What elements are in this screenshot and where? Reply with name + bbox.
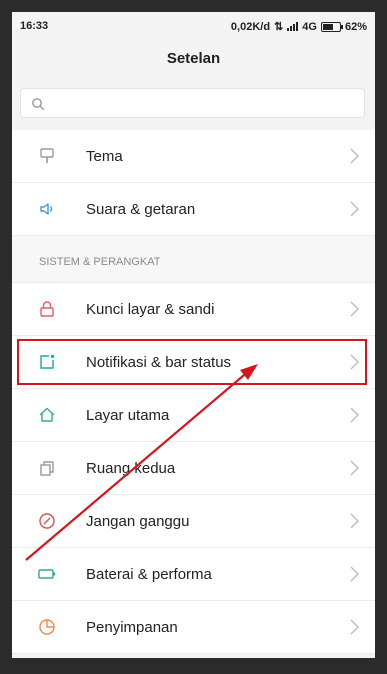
network-type: 4G: [302, 20, 317, 33]
chevron-right-icon: [350, 354, 359, 370]
home-icon: [39, 407, 55, 422]
copy-icon: [40, 461, 54, 476]
settings-item-label: Jangan ganggu: [86, 512, 190, 530]
settings-item-ruang-kedua[interactable]: Ruang kedua: [12, 442, 375, 495]
data-transfer-icon: ⇅: [274, 21, 284, 33]
chevron-right-icon: [350, 619, 359, 635]
settings-item-label: Notifikasi & bar status: [86, 353, 232, 371]
settings-item-notifikasi[interactable]: Notifikasi & bar status: [12, 336, 375, 389]
settings-item-label: Ruang kedua: [86, 459, 176, 477]
settings-item-label: Kunci layar & sandi: [86, 300, 215, 318]
battery-icon: [320, 21, 343, 32]
settings-item-kunci-layar[interactable]: Kunci layar & sandi: [12, 283, 375, 336]
network-speed: 0,02K/d: [230, 20, 271, 33]
settings-item-label: Penyimpanan: [86, 618, 178, 636]
settings-item-layar-utama[interactable]: Layar utama: [12, 389, 375, 442]
chevron-right-icon: [350, 566, 359, 582]
brush-icon: [40, 148, 54, 163]
settings-item-suara[interactable]: Suara & getaran: [12, 183, 375, 236]
settings-item-label: Baterai & performa: [86, 565, 212, 583]
chevron-right-icon: [350, 148, 359, 164]
notification-icon: [40, 354, 55, 369]
section-header: SISTEM & PERANGKAT: [12, 236, 375, 283]
chevron-right-icon: [350, 407, 359, 423]
settings-item-tema[interactable]: Tema: [12, 130, 375, 183]
settings-screen: 16:33 0,02K/d ⇅ 4G 62% Setelan Tema Suar…: [12, 12, 375, 658]
settings-item-jangan-ganggu[interactable]: Jangan ganggu: [12, 495, 375, 548]
search-icon: [32, 98, 45, 111]
battery-icon: [38, 569, 55, 579]
chevron-right-icon: [350, 301, 359, 317]
battery-percent: 62%: [344, 20, 367, 33]
settings-item-baterai[interactable]: Baterai & performa: [12, 548, 375, 601]
settings-list: Tema Suara & getaran SISTEM & PERANGKAT …: [12, 130, 375, 654]
status-time: 16:33: [20, 20, 49, 32]
dnd-icon: [39, 513, 55, 529]
search-input[interactable]: [20, 88, 365, 118]
speaker-icon: [40, 203, 53, 215]
status-right: 0,02K/d ⇅ 4G 62%: [230, 20, 367, 34]
section-label: SISTEM & PERANGKAT: [39, 256, 161, 268]
settings-item-penyimpanan[interactable]: Penyimpanan: [12, 601, 375, 654]
chevron-right-icon: [350, 460, 359, 476]
chevron-right-icon: [350, 201, 359, 217]
signal-icon: [287, 22, 299, 31]
status-bar: 16:33 0,02K/d ⇅ 4G 62%: [12, 12, 375, 38]
storage-icon: [39, 619, 55, 635]
page-title: Setelan: [166, 50, 221, 67]
settings-item-label: Suara & getaran: [86, 200, 196, 218]
chevron-right-icon: [350, 513, 359, 529]
lock-icon: [40, 301, 54, 317]
settings-item-label: Tema: [86, 147, 123, 165]
settings-item-label: Layar utama: [86, 406, 170, 424]
